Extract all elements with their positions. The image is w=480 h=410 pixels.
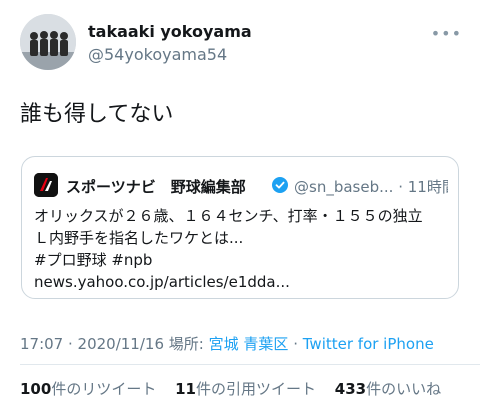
quoted-link[interactable]: news.yahoo.co.jp/articles/e1dda... — [34, 271, 450, 293]
quoted-line: Ｌ内野手を指名したワケとは... — [34, 229, 244, 247]
tweet-text: 誰も得してない — [20, 102, 174, 127]
quoted-tweet-card[interactable]: スポーツナビ 野球編集部 @sn_baseb... · 11時間 オリックスが２… — [21, 156, 459, 299]
divider — [20, 364, 480, 365]
quoted-author-handle: @sn_baseb... — [294, 178, 394, 196]
quoted-line: オリックスが２６歳、１６４センチ、打率・１５５の独立 — [34, 207, 423, 225]
separator-dot: · — [293, 335, 298, 353]
retweets-label: 件のリツイート — [51, 380, 157, 398]
verified-badge-icon — [272, 177, 288, 193]
tweet-header: takaaki yokoyama @54yokoyama54 ••• — [20, 14, 464, 72]
quotes-count: 11 — [175, 380, 196, 398]
quotes-label: 件の引用ツイート — [195, 380, 316, 398]
likes-count: 433 — [334, 380, 367, 398]
likes-label: 件のいいね — [366, 380, 442, 398]
quoted-author-handle-time: @sn_baseb... · 11時間 — [294, 176, 448, 197]
source-link[interactable]: Twitter for iPhone — [303, 335, 434, 353]
quoted-tweet-body: オリックスが２６歳、１６４センチ、打率・１５５の独立 Ｌ内野手を指名したワケとは… — [34, 205, 450, 293]
retweets-stat[interactable]: 100件のリツイート — [20, 380, 156, 398]
location-label: 場所: — [168, 335, 204, 353]
retweets-count: 100 — [20, 380, 52, 398]
quoted-author-name: スポーツナビ 野球編集部 — [66, 178, 246, 196]
quoted-hashtags[interactable]: #プロ野球 #npb — [34, 249, 450, 271]
quotes-stat[interactable]: 11件の引用ツイート — [175, 380, 316, 398]
quoted-tweet-header: スポーツナビ 野球編集部 @sn_baseb... · 11時間 — [34, 171, 448, 199]
avatar[interactable] — [20, 14, 76, 70]
location-link[interactable]: 宮城 青葉区 — [209, 335, 289, 353]
more-options-icon[interactable]: ••• — [431, 24, 462, 43]
timestamp[interactable]: 17:07 · 2020/11/16 — [20, 335, 164, 353]
sportsnavi-logo-icon — [34, 173, 58, 197]
engagement-stats: 100件のリツイート 11件の引用ツイート 433件のいいね — [20, 378, 455, 399]
author-name[interactable]: takaaki yokoyama — [88, 22, 252, 41]
quoted-time: 11時間 — [407, 178, 448, 196]
tweet-meta: 17:07 · 2020/11/16 場所: 宮城 青葉区 · Twitter … — [20, 333, 434, 354]
likes-stat[interactable]: 433件のいいね — [335, 380, 441, 398]
separator-dot: · — [398, 178, 403, 196]
author-handle[interactable]: @54yokoyama54 — [88, 45, 227, 64]
